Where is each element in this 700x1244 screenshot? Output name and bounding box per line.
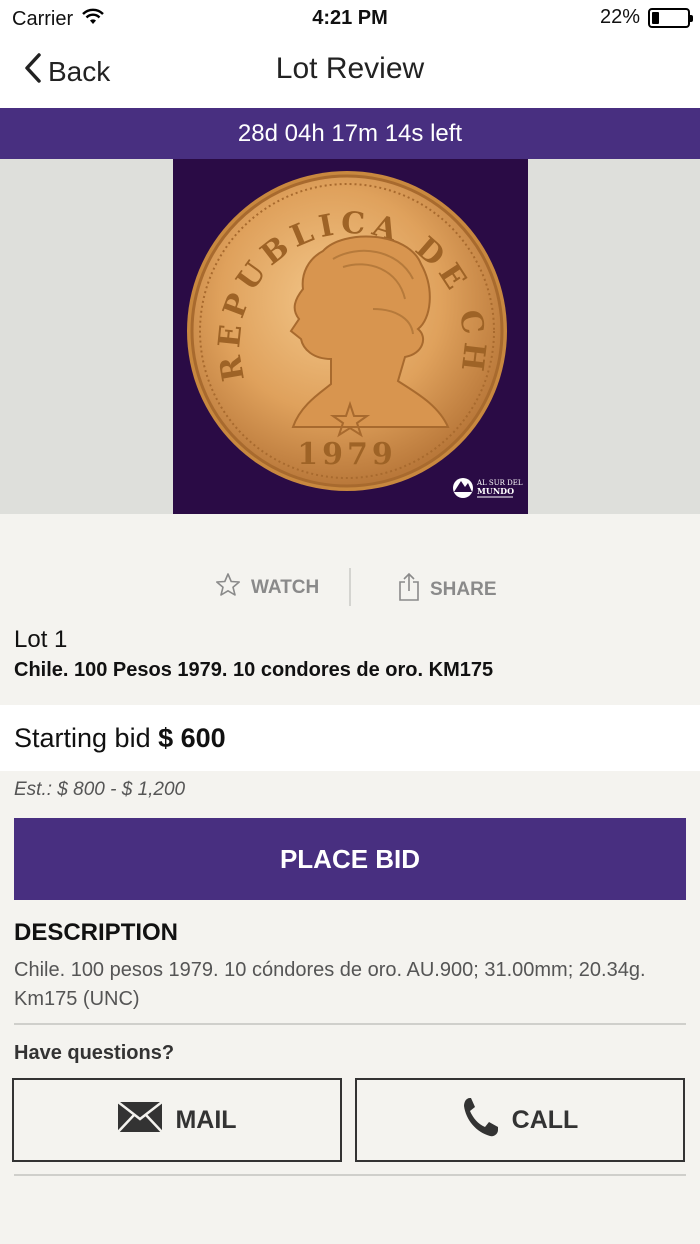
lot-number: Lot 1 — [14, 626, 68, 653]
coin-illustration: REPUBLICA DE CHILE 1979 AL SUR DEL MUNDO — [173, 159, 523, 498]
battery-percent: 22% — [599, 6, 640, 28]
watch-label: WATCH — [251, 577, 320, 598]
share-button[interactable]: SHARE — [398, 572, 497, 608]
back-label: Back — [48, 55, 111, 87]
questions-label: Have questions? — [14, 1042, 175, 1064]
starting-bid: Starting bid $ 600 — [14, 723, 226, 754]
envelope-icon — [117, 1100, 164, 1140]
navigation-bar: Back Lot Review — [0, 36, 700, 108]
description-text: Chile. 100 pesos 1979. 10 cóndores de or… — [14, 959, 646, 1010]
battery-indicator: 22% — [599, 6, 693, 29]
starting-bid-label: Starting bid — [14, 723, 159, 753]
lot-image[interactable]: REPUBLICA DE CHILE 1979 AL SUR DEL MUNDO — [173, 159, 528, 514]
starting-bid-row: Starting bid $ 600 — [0, 705, 700, 771]
divider — [14, 1023, 686, 1025]
status-bar: Carrier 4:21 PM 22% — [0, 0, 700, 36]
starting-bid-amount: $ 600 — [158, 723, 226, 753]
place-bid-button[interactable]: PLACE BID — [14, 818, 686, 900]
mail-button[interactable]: MAIL — [12, 1078, 342, 1162]
call-button[interactable]: CALL — [355, 1078, 685, 1162]
divider — [14, 1174, 686, 1176]
call-label: CALL — [511, 1105, 579, 1134]
lot-title: Chile. 100 Pesos 1979. 10 condores de or… — [14, 659, 494, 681]
auction-house-logo: AL SUR DEL MUNDO — [453, 478, 523, 498]
mail-label: MAIL — [175, 1105, 237, 1134]
share-icon — [398, 572, 420, 608]
estimate-text: Est.: $ 800 - $ 1,200 — [14, 779, 186, 800]
lot-image-area: REPUBLICA DE CHILE 1979 AL SUR DEL MUNDO — [0, 159, 700, 514]
chevron-left-icon — [24, 52, 42, 91]
coin-year: 1979 — [297, 437, 397, 472]
clock: 4:21 PM — [312, 7, 388, 29]
watch-button[interactable]: WATCH — [215, 572, 319, 604]
lot-actions: WATCH SHARE — [0, 560, 700, 612]
share-label: SHARE — [430, 579, 497, 600]
phone-icon — [462, 1096, 500, 1145]
time-remaining-banner: 28d 04h 17m 14s left — [0, 108, 700, 159]
back-button[interactable]: Back — [24, 52, 110, 91]
description-heading: DESCRIPTION — [14, 919, 179, 946]
actions-divider — [349, 568, 351, 606]
battery-fill — [652, 11, 660, 24]
watermark-line2: MUNDO — [477, 486, 514, 496]
battery-icon — [648, 7, 693, 28]
star-icon — [215, 572, 241, 604]
